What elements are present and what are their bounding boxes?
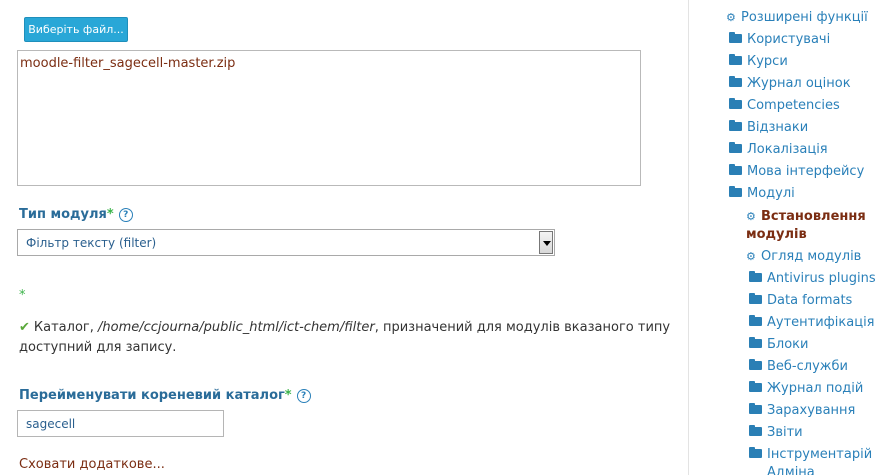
sidebar-item-label: Блоки xyxy=(767,337,809,352)
sidebar-item-reports[interactable]: Звіти xyxy=(749,425,803,441)
sidebar-item-label: Зарахування xyxy=(767,403,856,418)
sidebar-item-install-plugins[interactable]: ⚙ Встановлення xyxy=(746,209,866,225)
folder-icon xyxy=(729,98,742,109)
sidebar-item-admin[interactable]: Адміна xyxy=(767,465,815,475)
sidebar-item-label: Локалізація xyxy=(747,142,828,157)
sidebar-item-plugins[interactable]: Модулі xyxy=(729,186,795,202)
sidebar-item-label: Antivirus plugins xyxy=(767,271,876,286)
choose-file-button[interactable]: Виберіть файл... xyxy=(24,17,128,42)
folder-icon xyxy=(729,76,742,87)
plugin-type-label-text: Тип модуля xyxy=(19,207,107,222)
sidebar-item-competencies[interactable]: Competencies xyxy=(729,98,840,114)
folder-icon xyxy=(749,447,762,458)
directory-writable-notice: ✔ Каталог, /home/ccjourna/public_html/ict… xyxy=(19,318,679,358)
sidebar-item-blocks[interactable]: Блоки xyxy=(749,337,808,353)
plugin-type-selected: Фільтр тексту (filter) xyxy=(26,236,157,250)
sidebar-item-label: Відзнаки xyxy=(747,120,809,135)
sidebar-item-data-formats[interactable]: Data formats xyxy=(749,293,852,309)
sidebar-item-authentication[interactable]: Аутентифікація xyxy=(749,315,875,331)
cog-icon: ⚙ xyxy=(726,11,736,24)
file-drop-area[interactable]: moodle-filter_sagecell-master.zip xyxy=(17,50,641,186)
chevron-down-icon[interactable] xyxy=(539,231,553,254)
sidebar-item-courses[interactable]: Курси xyxy=(729,54,788,70)
cog-icon: ⚙ xyxy=(746,250,756,263)
uploaded-filename[interactable]: moodle-filter_sagecell-master.zip xyxy=(20,56,235,71)
folder-icon xyxy=(729,164,742,175)
sidebar-item-label: Встановлення xyxy=(761,209,866,224)
sidebar-item-label: Огляд модулів xyxy=(761,249,862,264)
sidebar-item-language[interactable]: Мова інтерфейсу xyxy=(729,164,864,180)
sidebar-item-label: Інструментарій xyxy=(767,447,873,462)
sidebar-item-label: Модулі xyxy=(747,186,795,201)
folder-icon xyxy=(729,32,742,43)
folder-icon xyxy=(749,403,762,414)
required-mark: * xyxy=(106,207,114,222)
sidebar-item-web-services[interactable]: Веб-служби xyxy=(749,359,848,375)
sidebar-item-enrolments[interactable]: Зарахування xyxy=(749,403,855,419)
folder-icon xyxy=(749,381,762,392)
plugin-type-label: Тип модуля*? xyxy=(19,207,133,222)
sidebar-item-label: Веб-служби xyxy=(767,359,848,374)
sidebar-item-users[interactable]: Користувачі xyxy=(729,32,830,48)
sidebar-item-localization[interactable]: Локалізація xyxy=(729,142,828,158)
folder-icon xyxy=(729,186,742,197)
sidebar-item-label: Журнал подій xyxy=(767,381,864,396)
sidebar-item-plugins-overview[interactable]: ⚙ Огляд модулів xyxy=(746,249,861,265)
admin-sidebar: ⚙ Розширені функції Користувачі Курси Жур… xyxy=(689,0,877,475)
sidebar-item-label: Курси xyxy=(747,54,788,69)
folder-icon xyxy=(749,315,762,326)
folder-icon xyxy=(729,142,742,153)
folder-icon xyxy=(729,120,742,131)
sidebar-item-label: Competencies xyxy=(747,98,840,113)
sidebar-item-label: модулів xyxy=(746,227,807,242)
rename-root-value: sagecell xyxy=(26,417,76,431)
plugin-type-select[interactable]: Фільтр тексту (filter) xyxy=(17,229,555,256)
folder-icon xyxy=(749,359,762,370)
sidebar-item-label: Аутентифікація xyxy=(767,315,875,330)
rename-root-label-text: Перейменувати кореневий каталог xyxy=(19,388,285,403)
help-icon[interactable]: ? xyxy=(118,208,133,222)
sidebar-item-label: Звіти xyxy=(767,425,803,440)
sidebar-item-grades[interactable]: Журнал оцінок xyxy=(729,76,851,92)
sidebar-item-label: Data formats xyxy=(767,293,853,308)
folder-icon xyxy=(729,54,742,65)
collapse-advanced-link[interactable]: Сховати додаткове... xyxy=(19,457,165,472)
sidebar-item-install-plugins-line2[interactable]: модулів xyxy=(746,227,807,243)
folder-icon xyxy=(749,425,762,436)
folder-icon xyxy=(749,271,762,282)
notice-prefix: Каталог, xyxy=(33,320,98,335)
check-icon: ✔ xyxy=(19,320,30,335)
sidebar-item-label: Адміна xyxy=(767,465,815,475)
rename-root-label: Перейменувати кореневий каталог*? xyxy=(19,388,311,403)
required-mark: * xyxy=(19,288,26,303)
sidebar-item-advanced-features[interactable]: ⚙ Розширені функції xyxy=(726,10,868,26)
help-icon[interactable]: ? xyxy=(296,389,311,403)
sidebar-item-event-log[interactable]: Журнал подій xyxy=(749,381,863,397)
sidebar-item-label: Журнал оцінок xyxy=(747,76,851,91)
sidebar-item-badges[interactable]: Відзнаки xyxy=(729,120,808,136)
rename-root-input[interactable]: sagecell xyxy=(17,410,224,437)
sidebar-item-label: Мова інтерфейсу xyxy=(747,164,865,179)
cog-icon: ⚙ xyxy=(746,210,756,223)
sidebar-item-tools[interactable]: Інструментарій xyxy=(749,447,872,463)
folder-icon xyxy=(749,337,762,348)
sidebar-item-antivirus[interactable]: Antivirus plugins xyxy=(749,271,876,287)
folder-icon xyxy=(749,293,762,304)
sidebar-item-label: Розширені функції xyxy=(741,10,868,25)
notice-path: /home/ccjourna/public_html/ict-chem/filt… xyxy=(98,320,375,335)
sidebar-item-label: Користувачі xyxy=(747,32,831,47)
required-mark: * xyxy=(284,388,292,403)
main-content: Виберіть файл... moodle-filter_sagecell-… xyxy=(0,0,689,475)
